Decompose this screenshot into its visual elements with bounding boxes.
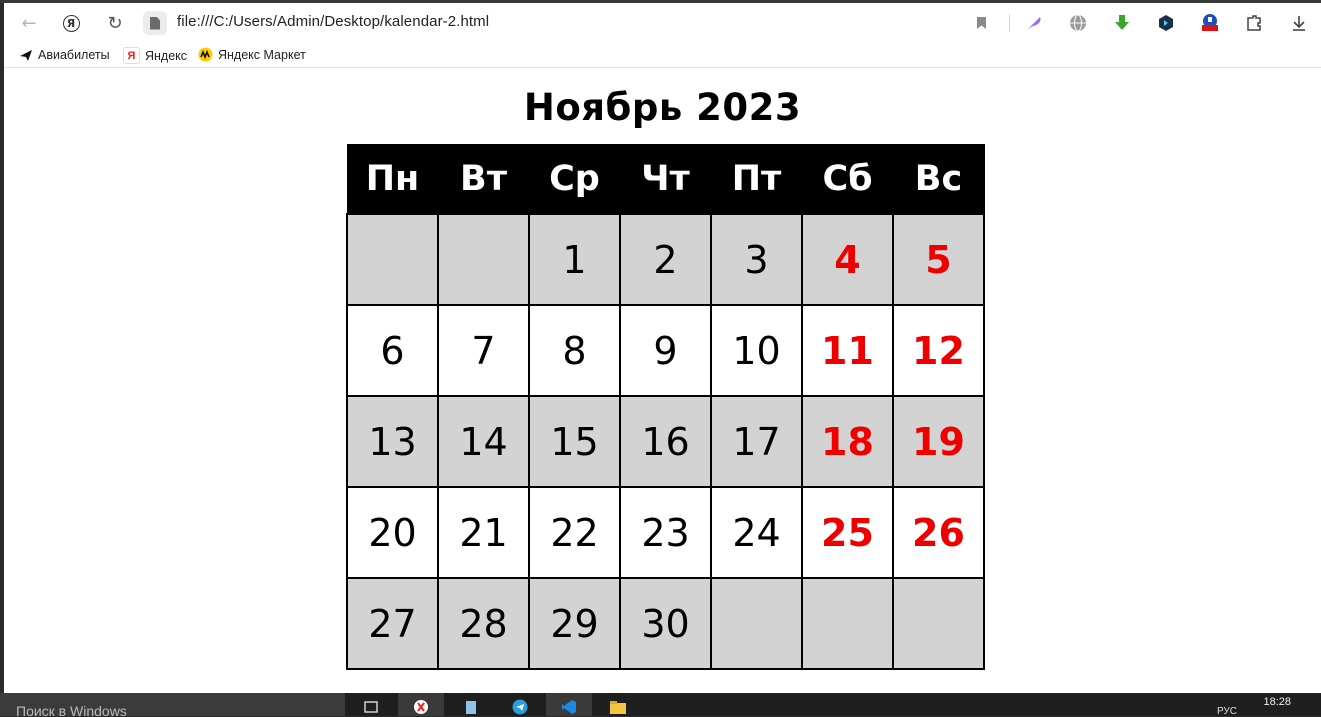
- system-tray: РУС 18:28: [1051, 693, 1321, 717]
- day-cell: 8: [528, 304, 621, 397]
- file-explorer-taskbar-icon[interactable]: [595, 693, 641, 716]
- page-content: Ноябрь 2023 Пн Вт Ср Чт Пт Сб Вс 1 2 3 4…: [4, 68, 1321, 693]
- day-cell: 1: [528, 213, 621, 306]
- day-cell: 2: [619, 213, 712, 306]
- hexagon-icon[interactable]: [1154, 12, 1178, 34]
- weekend-day-cell: 18: [801, 395, 894, 488]
- bookmark-aviabilety[interactable]: Авиабилеты: [18, 47, 110, 62]
- yandex-icon[interactable]: Я: [58, 11, 84, 35]
- url-field[interactable]: file:///C:/Users/Admin/Desktop/kalendar-…: [177, 13, 489, 30]
- task-view-icon[interactable]: [348, 693, 394, 716]
- plane-icon: [18, 47, 33, 62]
- bookmark-label: Яндекс: [145, 48, 188, 63]
- weekday-header: Сб: [801, 144, 894, 215]
- weekend-day-cell: 19: [892, 395, 985, 488]
- day-cell: 13: [346, 395, 439, 488]
- week-row: 1 2 3 4 5: [346, 213, 985, 306]
- weekend-day-cell: 26: [892, 486, 985, 579]
- address-bar: ← Я ↻ file:///C:/Users/Admin/Desktop/kal…: [4, 3, 1321, 43]
- weekend-day-cell: [892, 577, 985, 670]
- yandex-icon: Я: [123, 47, 140, 64]
- weekday-header: Пт: [710, 144, 803, 215]
- weekend-day-cell: 4: [801, 213, 894, 306]
- bookmarks-bar: Авиабилеты Я Яндекс Яндекс Маркет: [4, 43, 1321, 68]
- toolbar-separator: [1009, 14, 1010, 32]
- weekday-header: Чт: [619, 144, 712, 215]
- week-row: 27 28 29 30: [346, 577, 985, 670]
- bookmark-yandex[interactable]: Я Яндекс: [123, 47, 187, 64]
- weekday-header: Вс: [892, 144, 985, 215]
- day-cell: 28: [437, 577, 530, 670]
- weekend-day-cell: 11: [801, 304, 894, 397]
- day-cell: 9: [619, 304, 712, 397]
- bookmark-label: Яндекс Маркет: [218, 47, 306, 62]
- notepad-taskbar-icon[interactable]: [448, 693, 494, 716]
- file-icon[interactable]: [143, 11, 167, 35]
- day-cell: 10: [710, 304, 803, 397]
- weekend-day-cell: [801, 577, 894, 670]
- globe-icon[interactable]: [1066, 12, 1090, 34]
- download-arrow-icon[interactable]: [1110, 12, 1134, 34]
- bookmark-yandex-market[interactable]: Яндекс Маркет: [198, 47, 306, 62]
- bookmark-icon[interactable]: [969, 12, 993, 34]
- week-row: 13 14 15 16 17 18 19: [346, 395, 985, 488]
- day-cell: 24: [710, 486, 803, 579]
- day-cell: 7: [437, 304, 530, 397]
- week-row: 6 7 8 9 10 11 12: [346, 304, 985, 397]
- page-title: Ноябрь 2023: [523, 86, 802, 129]
- day-cell: [710, 577, 803, 670]
- week-row: 20 21 22 23 24 25 26: [346, 486, 985, 579]
- weekday-header: Пн: [346, 144, 439, 215]
- day-cell: 30: [619, 577, 712, 670]
- weekend-day-cell: 5: [892, 213, 985, 306]
- day-cell: 14: [437, 395, 530, 488]
- feather-icon[interactable]: [1022, 12, 1046, 34]
- vpn-free-icon[interactable]: [1198, 12, 1222, 34]
- windows-search-box[interactable]: Поиск в Windows: [0, 693, 345, 716]
- bookmark-label: Авиабилеты: [38, 47, 110, 62]
- day-cell: 15: [528, 395, 621, 488]
- browser-window: ← Я ↻ file:///C:/Users/Admin/Desktop/kal…: [4, 3, 1321, 693]
- extensions-icon[interactable]: [1242, 12, 1266, 34]
- market-icon: [198, 47, 213, 62]
- reload-icon[interactable]: ↻: [102, 11, 128, 35]
- back-icon[interactable]: ←: [16, 11, 42, 35]
- day-cell: 17: [710, 395, 803, 488]
- day-cell: 22: [528, 486, 621, 579]
- day-cell: 16: [619, 395, 712, 488]
- download-icon[interactable]: [1287, 12, 1311, 34]
- day-cell: [437, 213, 530, 306]
- day-cell: [346, 213, 439, 306]
- day-cell: 6: [346, 304, 439, 397]
- day-cell: 20: [346, 486, 439, 579]
- day-cell: 21: [437, 486, 530, 579]
- calendar-table: Пн Вт Ср Чт Пт Сб Вс 1 2 3 4 5 6 7 8 9 1…: [346, 144, 985, 670]
- yandex-browser-taskbar-icon[interactable]: [398, 693, 444, 716]
- clock[interactable]: 18:28: [1263, 696, 1291, 708]
- day-cell: 23: [619, 486, 712, 579]
- weekend-day-cell: 25: [801, 486, 894, 579]
- day-cell: 29: [528, 577, 621, 670]
- day-cell: 3: [710, 213, 803, 306]
- windows-taskbar: Поиск в Windows РУС 18:28: [0, 693, 1321, 717]
- telegram-taskbar-icon[interactable]: [497, 693, 543, 716]
- vscode-taskbar-icon[interactable]: [546, 693, 592, 716]
- day-cell: 27: [346, 577, 439, 670]
- weekday-header-row: Пн Вт Ср Чт Пт Сб Вс: [346, 144, 985, 215]
- weekday-header: Ср: [528, 144, 621, 215]
- weekend-day-cell: 12: [892, 304, 985, 397]
- language-indicator[interactable]: РУС: [1217, 706, 1237, 717]
- weekday-header: Вт: [437, 144, 530, 215]
